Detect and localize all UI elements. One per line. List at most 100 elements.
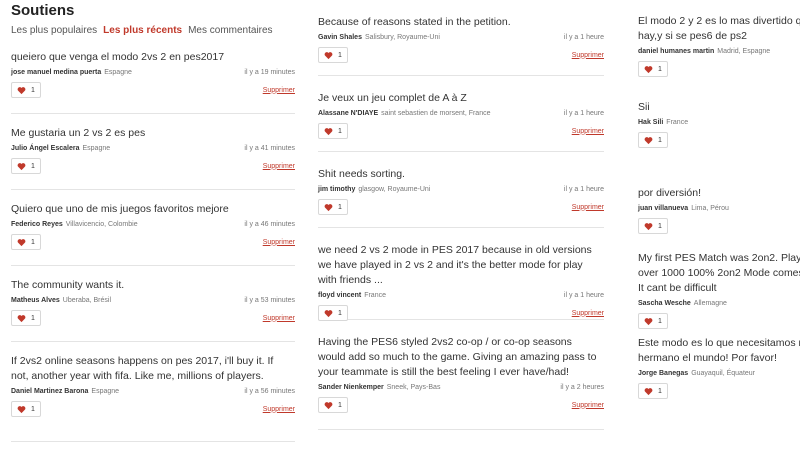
- comment-meta: Hak Sili France: [638, 119, 800, 126]
- like-button[interactable]: 1: [11, 234, 41, 250]
- comment-footer: 1: [638, 61, 800, 77]
- like-button[interactable]: 1: [318, 199, 348, 215]
- comment-author[interactable]: floyd vincent: [318, 292, 361, 299]
- comment-meta: Matheus Alves Uberaba, Brésil il y a 53 mi…: [11, 297, 295, 304]
- heart-icon: [324, 203, 333, 211]
- delete-link[interactable]: Supprimer: [263, 406, 295, 413]
- comment-card: Este modo es lo que necesitamos mi herma…: [638, 322, 800, 412]
- heart-icon: [644, 387, 653, 395]
- comment-meta: floyd vincent France il y a 1 heure: [318, 292, 604, 299]
- like-button[interactable]: 1: [318, 305, 348, 321]
- comment-text: Sii: [638, 101, 650, 113]
- comment-footer: 1: [638, 132, 800, 148]
- comment-text: El modo 2 y 2 es lo mas divertido que ha…: [638, 15, 800, 42]
- delete-link[interactable]: Supprimer: [263, 87, 295, 94]
- comment-meta: Jorge Banegas Guayaquil, Équateur: [638, 370, 800, 377]
- comment-location: Allemagne: [693, 300, 727, 307]
- delete-link[interactable]: Supprimer: [572, 128, 604, 135]
- comment-card: we need 2 vs 2 mode in PES 2017 because …: [318, 228, 604, 321]
- comment-author[interactable]: Federico Reyes: [11, 221, 63, 228]
- comment-card: Quiero que uno de mis juegos favoritos m…: [11, 190, 295, 266]
- comment-card: queiero que venga el modo 2vs 2 en pes20…: [11, 38, 295, 114]
- comment-footer: 1 Supprimer: [11, 401, 295, 417]
- comments-column-3: El modo 2 y 2 es lo mas divertido que ha…: [638, 0, 800, 412]
- comment-time: il y a 19 minutes: [244, 69, 295, 76]
- tab-my-comments[interactable]: Mes commentaires: [188, 25, 272, 36]
- comment-author[interactable]: Alassane N'DIAYE: [318, 110, 378, 117]
- comment-location: saint sebastien de morsent, France: [381, 110, 491, 117]
- page-title: Soutiens: [11, 2, 75, 19]
- heart-icon: [17, 86, 26, 94]
- comment-card: Having the PES6 styled 2vs2 co-op / or c…: [318, 320, 604, 430]
- heart-icon: [324, 51, 333, 59]
- like-button[interactable]: 1: [11, 401, 41, 417]
- comment-footer: 1 Supprimer: [318, 397, 604, 413]
- comment-author[interactable]: Jorge Banegas: [638, 370, 688, 377]
- comment-card: Because of reasons stated in the petitio…: [318, 0, 604, 76]
- like-button[interactable]: 1: [318, 397, 348, 413]
- comment-author[interactable]: Sander Nienkemper: [318, 384, 384, 391]
- comment-author[interactable]: juan villanueva: [638, 205, 688, 212]
- delete-link[interactable]: Supprimer: [572, 310, 604, 317]
- comment-meta: Federico Reyes Villavicencio, Colombie il …: [11, 221, 295, 228]
- comment-author[interactable]: Daniel Martinez Barona: [11, 388, 88, 395]
- like-count: 1: [338, 309, 342, 317]
- comment-time: il y a 1 heure: [563, 292, 604, 299]
- comment-footer: 1 Supprimer: [11, 158, 295, 174]
- comment-author[interactable]: Sascha Wesche: [638, 300, 691, 307]
- comment-text: we need 2 vs 2 mode in PES 2017 because …: [318, 244, 592, 286]
- like-count: 1: [31, 405, 35, 413]
- comment-author[interactable]: daniel humanes martin: [638, 48, 714, 55]
- heart-icon: [17, 314, 26, 322]
- like-count: 1: [31, 86, 35, 94]
- comment-time: il y a 53 minutes: [244, 297, 295, 304]
- comment-text: Este modo es lo que necesitamos mi herma…: [638, 337, 800, 364]
- like-count: 1: [658, 136, 662, 144]
- comment-author[interactable]: Gavin Shales: [318, 34, 362, 41]
- comment-footer: 1 Supprimer: [11, 310, 295, 326]
- comment-text: Shit needs sorting.: [318, 168, 405, 180]
- comments-column-2: Because of reasons stated in the petitio…: [318, 0, 604, 430]
- like-button[interactable]: 1: [11, 158, 41, 174]
- heart-icon: [17, 162, 26, 170]
- delete-link[interactable]: Supprimer: [572, 52, 604, 59]
- delete-link[interactable]: Supprimer: [263, 315, 295, 322]
- comment-footer: 1 Supprimer: [11, 82, 295, 98]
- comment-text: por diversión!: [638, 187, 702, 199]
- comment-location: Espagne: [91, 388, 120, 395]
- like-button[interactable]: 1: [11, 82, 41, 98]
- tab-most-recent[interactable]: Les plus récents: [103, 25, 182, 36]
- delete-link[interactable]: Supprimer: [263, 163, 295, 170]
- comment-text: Having the PES6 styled 2vs2 co-op / or c…: [318, 336, 597, 378]
- comment-text: My first PES Match was 2on2. Played over…: [638, 252, 800, 294]
- comment-footer: 1: [638, 383, 800, 399]
- like-button[interactable]: 1: [318, 123, 348, 139]
- comment-author[interactable]: jim timothy: [318, 186, 355, 193]
- tab-most-popular[interactable]: Les plus populaires: [11, 25, 97, 36]
- heart-icon: [17, 405, 26, 413]
- like-count: 1: [658, 387, 662, 395]
- delete-link[interactable]: Supprimer: [572, 402, 604, 409]
- like-button[interactable]: 1: [638, 132, 668, 148]
- like-count: 1: [31, 238, 35, 246]
- comment-author[interactable]: Julio Ángel Escalera: [11, 145, 79, 152]
- comment-time: il y a 56 minutes: [244, 388, 295, 395]
- heart-icon: [324, 401, 333, 409]
- comment-location: Villavicencio, Colombie: [65, 221, 138, 228]
- comment-time: il y a 41 minutes: [244, 145, 295, 152]
- comment-meta: Julio Ángel Escalera Espagne il y a 41 min…: [11, 145, 295, 152]
- delete-link[interactable]: Supprimer: [263, 239, 295, 246]
- like-button[interactable]: 1: [318, 47, 348, 63]
- like-button[interactable]: 1: [638, 61, 668, 77]
- comment-footer: 1 Supprimer: [318, 199, 604, 215]
- like-button[interactable]: 1: [638, 383, 668, 399]
- comment-card: Me gustaria un 2 vs 2 es pes Julio Ángel …: [11, 114, 295, 190]
- like-button[interactable]: 1: [638, 218, 668, 234]
- comment-author[interactable]: Hak Sili: [638, 119, 663, 126]
- comment-author[interactable]: Matheus Alves: [11, 297, 60, 304]
- comment-author[interactable]: jose manuel medina puerta: [11, 69, 101, 76]
- comment-location: France: [666, 119, 689, 126]
- like-button[interactable]: 1: [11, 310, 41, 326]
- delete-link[interactable]: Supprimer: [572, 204, 604, 211]
- comment-text: queiero que venga el modo 2vs 2 en pes20…: [11, 51, 225, 63]
